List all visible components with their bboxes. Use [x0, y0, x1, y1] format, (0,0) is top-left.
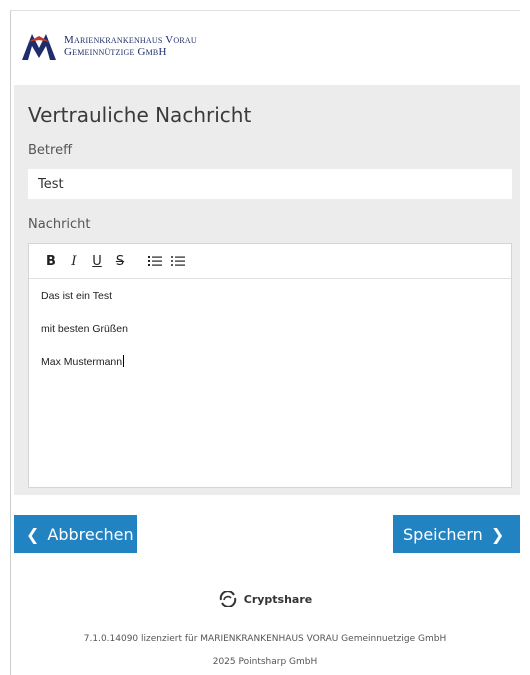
message-line: Max Mustermann — [41, 355, 125, 368]
strikethrough-button[interactable]: S — [110, 251, 130, 271]
message-line: mit besten Grüßen — [41, 323, 128, 335]
save-button[interactable]: Speichern ❯ — [393, 515, 520, 553]
italic-button[interactable]: I — [64, 251, 84, 271]
bold-button[interactable]: B — [41, 251, 61, 271]
subject-input[interactable] — [28, 169, 512, 199]
cryptshare-icon — [219, 591, 236, 607]
message-form: Vertrauliche Nachricht Betreff Nachricht… — [14, 85, 520, 495]
logo-line-1: Marienkrankenhaus Vorau — [64, 34, 197, 46]
bullet-list-icon — [171, 256, 185, 266]
chevron-right-icon: ❯ — [490, 524, 505, 544]
bullet-list-button[interactable] — [168, 251, 188, 271]
text-caret — [123, 355, 125, 367]
message-editor[interactable]: B I U S Das ist ein Test mit besten Grüß… — [28, 243, 512, 488]
ordered-list-button[interactable] — [145, 251, 165, 271]
form-title: Vertrauliche Nachricht — [28, 103, 252, 127]
hospital-logo: Marienkrankenhaus Vorau Gemeinnützige Gm… — [22, 32, 197, 60]
editor-toolbar: B I U S — [29, 244, 511, 279]
logo-line-2: Gemeinnützige GmbH — [64, 46, 167, 58]
cryptshare-logo: Cryptshare — [0, 591, 530, 607]
hospital-logo-icon — [22, 34, 56, 60]
editor-content[interactable]: Das ist ein Test mit besten Grüßen Max M… — [29, 279, 511, 398]
ordered-list-icon — [148, 256, 162, 266]
message-label: Nachricht — [28, 217, 91, 232]
underline-button[interactable]: U — [87, 251, 107, 271]
save-button-label: Speichern — [403, 524, 483, 544]
cryptshare-brand: Cryptshare — [243, 592, 313, 606]
subject-label: Betreff — [28, 143, 73, 158]
license-text: 7.1.0.14090 lizenziert für MARIENKRANKEN… — [83, 634, 447, 644]
copyright-text: 2025 Pointsharp GmbH — [212, 657, 318, 667]
cancel-button[interactable]: ❮ Abbrechen — [14, 515, 137, 553]
chevron-left-icon: ❮ — [26, 524, 40, 544]
message-line: Das ist ein Test — [41, 290, 113, 302]
cancel-button-label: Abbrechen — [47, 524, 134, 544]
